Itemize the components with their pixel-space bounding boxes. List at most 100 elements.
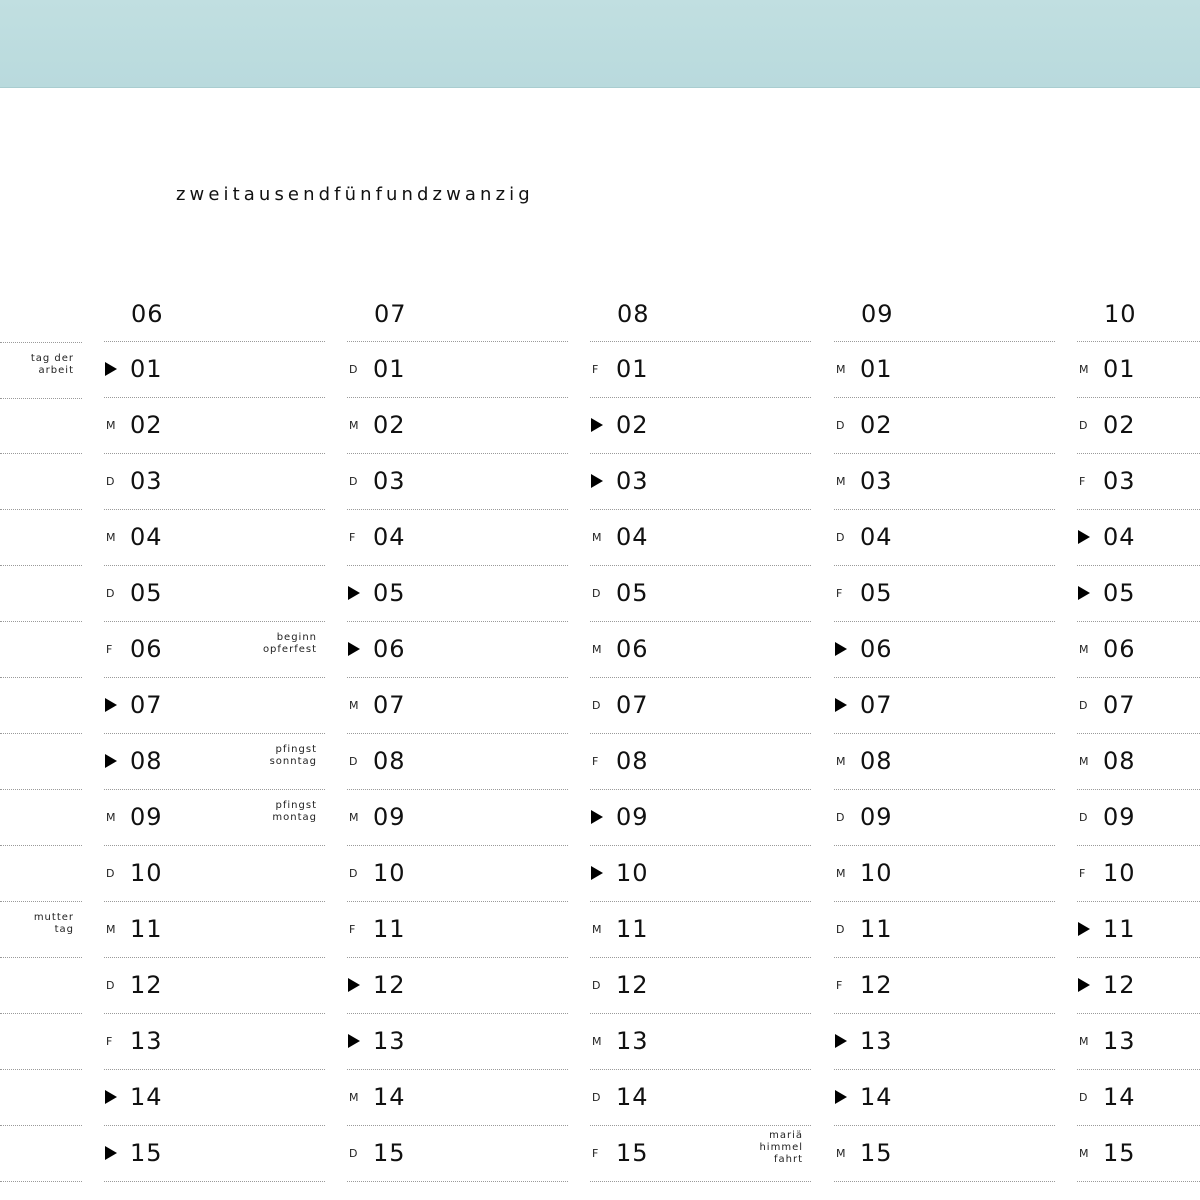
weekend-marker-icon bbox=[835, 642, 847, 656]
day-number: 12 bbox=[860, 971, 893, 999]
day-row: 14 bbox=[104, 1070, 325, 1126]
day-row: M 15 bbox=[834, 1126, 1055, 1182]
day-number: 06 bbox=[1103, 635, 1136, 663]
month-number: 06 bbox=[131, 300, 164, 328]
weekend-marker-icon bbox=[591, 866, 603, 880]
weekday-letter: M bbox=[106, 811, 116, 824]
weekend-marker-icon bbox=[1078, 530, 1090, 544]
weekday-letter: M bbox=[106, 923, 116, 936]
weekday-letter: D bbox=[836, 419, 845, 432]
day-number: 14 bbox=[1103, 1083, 1136, 1111]
weekday-letter: M bbox=[1079, 1035, 1089, 1048]
day-row: D 15 bbox=[347, 1126, 568, 1182]
weekday-letter: D bbox=[349, 475, 358, 488]
day-row: D 11 bbox=[834, 902, 1055, 958]
day-number: 09 bbox=[373, 803, 406, 831]
weekday-letter: D bbox=[1079, 419, 1088, 432]
month-header: 07 bbox=[347, 288, 568, 342]
weekday-letter: M bbox=[592, 1035, 602, 1048]
day-number: 02 bbox=[616, 411, 649, 439]
day-number: 15 bbox=[616, 1139, 649, 1167]
day-number: 13 bbox=[616, 1027, 649, 1055]
day-number: 06 bbox=[860, 635, 893, 663]
day-number: 12 bbox=[616, 971, 649, 999]
day-row: M 04 bbox=[104, 510, 325, 566]
day-number: 10 bbox=[616, 859, 649, 887]
day-row: M 08 bbox=[1077, 734, 1200, 790]
day-number: 08 bbox=[373, 747, 406, 775]
weekend-marker-icon bbox=[1078, 922, 1090, 936]
day-row: D 07 bbox=[1077, 678, 1200, 734]
day-number: 04 bbox=[860, 523, 893, 551]
weekday-letter: M bbox=[106, 419, 116, 432]
day-number: 05 bbox=[860, 579, 893, 607]
day-row: F 03 bbox=[1077, 454, 1200, 510]
weekday-letter: M bbox=[349, 1091, 359, 1104]
day-row: M 01 bbox=[834, 342, 1055, 398]
day-number: 03 bbox=[1103, 467, 1136, 495]
day-row: M 10 bbox=[834, 846, 1055, 902]
day-number: 12 bbox=[373, 971, 406, 999]
weekday-letter: M bbox=[1079, 363, 1089, 376]
day-row: F 04 bbox=[347, 510, 568, 566]
weekend-marker-icon bbox=[348, 978, 360, 992]
day-row: D 03 bbox=[104, 454, 325, 510]
day-number: 09 bbox=[130, 803, 163, 831]
month-number: 07 bbox=[374, 300, 407, 328]
left-note-row bbox=[0, 678, 82, 734]
weekday-letter: D bbox=[592, 699, 601, 712]
day-row: M 06 bbox=[1077, 622, 1200, 678]
weekend-marker-icon bbox=[105, 754, 117, 768]
weekday-letter: F bbox=[836, 587, 843, 600]
day-row: 03 bbox=[590, 454, 811, 510]
day-number: 10 bbox=[860, 859, 893, 887]
day-row: M 08 bbox=[834, 734, 1055, 790]
day-row: M 11 bbox=[104, 902, 325, 958]
day-number: 15 bbox=[130, 1139, 163, 1167]
left-note-row bbox=[0, 566, 82, 622]
day-number: 04 bbox=[616, 523, 649, 551]
day-number: 08 bbox=[1103, 747, 1136, 775]
weekday-letter: F bbox=[592, 1147, 599, 1160]
weekend-marker-icon bbox=[348, 642, 360, 656]
weekday-letter: D bbox=[349, 867, 358, 880]
day-row: M 02 bbox=[104, 398, 325, 454]
day-number: 13 bbox=[130, 1027, 163, 1055]
weekday-letter: D bbox=[592, 587, 601, 600]
left-note-row bbox=[0, 1070, 82, 1126]
day-row: 11 bbox=[1077, 902, 1200, 958]
weekday-letter: M bbox=[836, 867, 846, 880]
day-row: 09 bbox=[590, 790, 811, 846]
day-row: F 11 bbox=[347, 902, 568, 958]
left-note-row bbox=[0, 510, 82, 566]
weekday-letter: M bbox=[836, 475, 846, 488]
weekend-marker-icon bbox=[591, 474, 603, 488]
day-number: 06 bbox=[130, 635, 163, 663]
day-row: D 10 bbox=[104, 846, 325, 902]
day-row: F 05 bbox=[834, 566, 1055, 622]
day-row: 15 bbox=[104, 1126, 325, 1182]
weekday-letter: M bbox=[349, 419, 359, 432]
day-row: D 14 bbox=[590, 1070, 811, 1126]
day-number: 06 bbox=[616, 635, 649, 663]
day-row: 12 bbox=[1077, 958, 1200, 1014]
weekday-letter: M bbox=[592, 531, 602, 544]
day-number: 12 bbox=[1103, 971, 1136, 999]
weekday-letter: D bbox=[106, 979, 115, 992]
day-number: 11 bbox=[860, 915, 893, 943]
day-row: M 07 bbox=[347, 678, 568, 734]
day-row: D 09 bbox=[834, 790, 1055, 846]
day-number: 07 bbox=[860, 691, 893, 719]
day-row: M 09 pfingst montag bbox=[104, 790, 325, 846]
weekday-letter: D bbox=[349, 363, 358, 376]
left-note-row bbox=[0, 454, 82, 510]
day-number: 05 bbox=[616, 579, 649, 607]
weekday-letter: D bbox=[836, 923, 845, 936]
day-row: 04 bbox=[1077, 510, 1200, 566]
left-note-row bbox=[0, 398, 82, 454]
day-number: 03 bbox=[373, 467, 406, 495]
weekday-letter: D bbox=[1079, 699, 1088, 712]
day-number: 11 bbox=[130, 915, 163, 943]
day-row: 13 bbox=[347, 1014, 568, 1070]
weekend-marker-icon bbox=[591, 810, 603, 824]
